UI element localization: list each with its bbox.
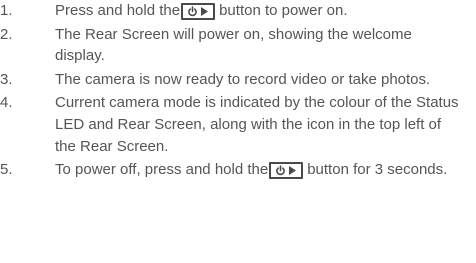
step-5: 5. To power off, press and hold the butto… bbox=[0, 159, 476, 181]
instructions-document: 1. Press and hold the button to power on.… bbox=[0, 0, 476, 263]
step-number: 1. bbox=[0, 2, 13, 19]
step-number: 5. bbox=[0, 161, 13, 179]
step-text: The camera is now ready to record video … bbox=[55, 70, 431, 88]
step-text: Press and hold the button to power on. bbox=[55, 0, 465, 22]
step-number: 4. bbox=[0, 94, 13, 112]
steps-list: 1. Press and hold the button to power on.… bbox=[0, 0, 476, 181]
step-text-before: Press and hold the bbox=[55, 2, 181, 19]
step-text: Current camera mode is indicated by the … bbox=[55, 94, 459, 155]
step-text: The Rear Screen will power on, showing t… bbox=[55, 25, 412, 65]
step-text: To power off, press and hold the button f… bbox=[55, 159, 465, 181]
step-text-before: To power off, press and hold the bbox=[55, 161, 269, 179]
step-number: 2. bbox=[0, 25, 13, 43]
step-4: 4. Current camera mode is indicated by t… bbox=[0, 92, 476, 157]
step-text-after: button to power on. bbox=[219, 2, 348, 19]
power-play-button-icon bbox=[269, 162, 304, 180]
step-number: 3. bbox=[0, 70, 13, 88]
step-1: 1. Press and hold the button to power on. bbox=[0, 0, 476, 22]
step-2: 2. The Rear Screen will power on, showin… bbox=[0, 24, 476, 67]
step-3: 3. The camera is now ready to record vid… bbox=[0, 69, 476, 91]
power-play-button-icon bbox=[181, 3, 216, 20]
step-text-after: button for 3 seconds. bbox=[307, 161, 448, 179]
